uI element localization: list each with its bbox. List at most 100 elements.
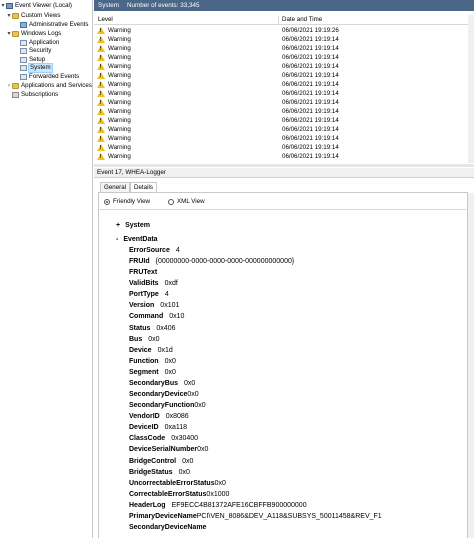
field-value: 0x0 [187, 391, 199, 399]
date-cell: 06/06/2021 19:19:14 [282, 126, 339, 133]
field-value: 0x0 [184, 379, 196, 387]
date-cell: 06/06/2021 19:19:14 [282, 36, 339, 43]
xml-view-option[interactable]: XML View [168, 197, 205, 206]
event-row[interactable]: Warning 06/06/2021 19:19:14 [94, 134, 474, 143]
tree-item-label: Security [29, 47, 52, 54]
warning-icon [97, 99, 105, 106]
field-name: PortType [129, 291, 159, 299]
level-text: Warning [108, 126, 131, 133]
level-text: Warning [108, 54, 131, 61]
field-name: UncorrectableErrorStatus [129, 479, 215, 487]
field-value: PCI\VEN_8086&DEV_A118&SUBSYS_50011458&RE… [196, 512, 382, 520]
log-icon [20, 65, 27, 71]
field-name: DeviceID [129, 424, 159, 432]
tree-item-event-viewer-local[interactable]: ▾ Event Viewer (Local) [0, 2, 72, 10]
field-name: SecondaryDeviceName [129, 524, 207, 531]
date-cell: 06/06/2021 19:19:14 [282, 135, 339, 142]
event-row[interactable]: Warning 06/06/2021 19:19:14 [94, 71, 474, 80]
tree-item-windows-logs[interactable]: ▾ Windows Logs [6, 30, 61, 38]
tree-item-forwarded-events[interactable]: Forwarded Events [14, 73, 79, 81]
tree-item-administrative-events[interactable]: Administrative Events [14, 21, 89, 29]
eventdata-field: SecondaryFunction0x0 [129, 401, 206, 411]
column-header-date[interactable]: Date and Time [282, 15, 322, 25]
tree-item-label: Forwarded Events [29, 73, 80, 80]
date-cell: 06/06/2021 19:19:14 [282, 45, 339, 52]
tab-general[interactable]: General [100, 182, 131, 192]
eventdata-field: UncorrectableErrorStatus0x0 [129, 479, 226, 489]
event-row[interactable]: Warning 06/06/2021 19:19:14 [94, 35, 474, 44]
details-scrollbar[interactable] [468, 193, 474, 538]
tree-item-setup[interactable]: Setup [14, 56, 45, 64]
tree-item-label: System [28, 63, 53, 73]
tree-item-application[interactable]: Application [14, 39, 59, 47]
eventdata-field: SecondaryBus 0x0 [129, 379, 195, 389]
event-row[interactable]: Warning 06/06/2021 19:19:14 [94, 98, 474, 107]
eventdata-field: ValidBits 0xdf [129, 279, 178, 289]
eventdata-group-label: EventData [123, 236, 158, 243]
level-cell: Warning [97, 116, 131, 125]
field-name: Command [129, 313, 164, 321]
tree-item-subscriptions[interactable]: Subscriptions [6, 91, 58, 99]
eventdata-field: CorrectableErrorStatus0x1000 [129, 490, 229, 500]
tree-item-security[interactable]: Security [14, 47, 51, 55]
level-cell: Warning [97, 107, 131, 116]
friendly-view-radio[interactable] [104, 198, 110, 205]
field-name: BridgeStatus [129, 468, 173, 476]
collapse-icon[interactable]: - [116, 235, 118, 245]
date-cell: 06/06/2021 19:19:14 [282, 72, 339, 79]
event-row[interactable]: Warning 06/06/2021 19:19:14 [94, 80, 474, 89]
event-count: Number of events: 33,345 [127, 2, 200, 9]
xml-view-radio[interactable] [168, 198, 175, 205]
event-row[interactable]: Warning 06/06/2021 19:19:14 [94, 125, 474, 134]
field-value: {00000000-0000-0000-0000-000000000000} [155, 258, 295, 266]
level-text: Warning [108, 63, 131, 70]
tree-item-applications-and-services-lo[interactable]: › Applications and Services Lo [6, 82, 92, 90]
event-row[interactable]: Warning 06/06/2021 19:19:14 [94, 107, 474, 116]
filter-view-icon [20, 22, 27, 28]
event-row[interactable]: Warning 06/06/2021 19:19:14 [94, 152, 474, 161]
field-value: 0x0 [148, 335, 160, 343]
level-cell: Warning [97, 62, 131, 71]
grid-scrollbar[interactable] [468, 15, 474, 163]
column-divider[interactable] [278, 16, 279, 24]
eventdata-field: Segment 0x0 [129, 368, 176, 378]
level-cell: Warning [97, 53, 131, 62]
subscriptions-icon [12, 92, 19, 98]
field-value: 0x101 [160, 302, 180, 310]
date-cell: 06/06/2021 19:19:14 [282, 108, 339, 115]
date-cell: 06/06/2021 19:19:14 [282, 54, 339, 61]
log-icon [20, 57, 27, 63]
level-cell: Warning [97, 134, 131, 143]
warning-icon [97, 90, 105, 97]
expand-icon[interactable]: + [116, 221, 120, 231]
tree-item-system[interactable]: System [14, 63, 53, 73]
event-row[interactable]: Warning 06/06/2021 19:19:14 [94, 89, 474, 98]
event-row[interactable]: Warning 06/06/2021 19:19:14 [94, 53, 474, 62]
event-row[interactable]: Warning 06/06/2021 19:19:26 [94, 26, 474, 35]
date-cell: 06/06/2021 19:19:26 [282, 27, 339, 34]
tree-item-custom-views[interactable]: ▾ Custom Views [6, 12, 60, 20]
field-name: VendorID [129, 413, 160, 421]
eventdata-field: Command 0x10 [129, 312, 184, 322]
eventdata-field: ErrorSource 4 [129, 246, 180, 256]
eventdata-group[interactable]: - EventData [116, 235, 158, 245]
level-text: Warning [108, 117, 131, 124]
field-value: 0x0 [197, 446, 209, 454]
pane-splitter[interactable] [94, 164, 474, 167]
system-group[interactable]: + System [116, 221, 150, 231]
date-cell: 06/06/2021 19:19:14 [282, 90, 339, 97]
event-viewer-icon [6, 3, 13, 9]
field-name: Segment [129, 368, 159, 376]
level-cell: Warning [97, 44, 131, 53]
event-row[interactable]: Warning 06/06/2021 19:19:14 [94, 62, 474, 71]
friendly-view-option[interactable]: Friendly View [104, 197, 150, 206]
warning-icon [97, 54, 105, 61]
event-row[interactable]: Warning 06/06/2021 19:19:14 [94, 143, 474, 152]
field-name: FRUText [129, 269, 158, 277]
event-row[interactable]: Warning 06/06/2021 19:19:14 [94, 116, 474, 125]
field-value: 0x0 [178, 468, 190, 476]
level-cell: Warning [97, 143, 131, 152]
event-row[interactable]: Warning 06/06/2021 19:19:14 [94, 44, 474, 53]
column-header-level[interactable]: Level [98, 15, 113, 25]
eventdata-field: DeviceSerialNumber0x0 [129, 445, 208, 455]
